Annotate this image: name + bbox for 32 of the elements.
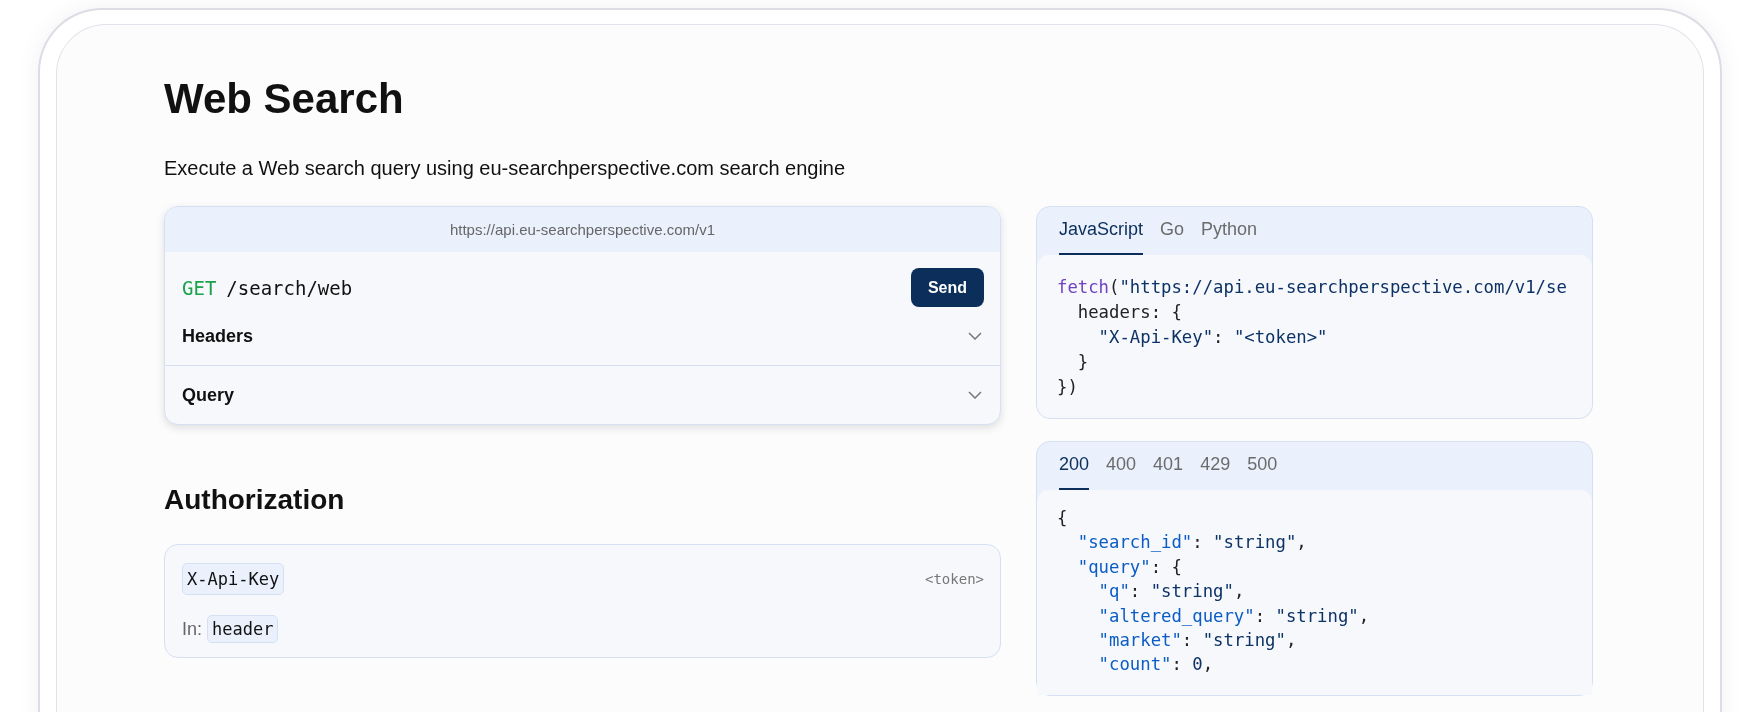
section-toggle[interactable]: Headers: [165, 307, 1000, 365]
tab[interactable]: 401: [1153, 442, 1184, 490]
code-line: {: [1057, 507, 1068, 530]
code-line: "X-Api-Key": "<token>": [1097, 326, 1328, 349]
param-name: X-Api-Key: [182, 563, 285, 595]
code-line: "count": 0,: [1097, 653, 1214, 677]
tab[interactable]: 500: [1247, 442, 1278, 490]
code-line: "query": {: [1076, 555, 1182, 579]
tab[interactable]: 400: [1106, 442, 1137, 490]
send-button[interactable]: Send: [910, 268, 984, 307]
code-line: "altered_query": "string",: [1097, 604, 1370, 628]
code-line: headers: {: [1076, 301, 1182, 324]
code-line: fetch("https://api.eu-searchperspective.com/v1/se: [1057, 276, 1567, 299]
chevron-icon: [968, 332, 982, 340]
section-heading: Authorization: [164, 483, 346, 517]
endpoint: GET /search/web: [182, 276, 353, 299]
param-location: header: [207, 615, 279, 643]
page-description: Execute a Web search query using eu-searchperspective.com search engine: [164, 156, 847, 181]
code-line: "search_id": "string",: [1076, 531, 1307, 555]
code-line: }): [1057, 376, 1078, 399]
code-line: "market": "string",: [1097, 629, 1297, 653]
section-toggle[interactable]: Query: [165, 365, 1000, 424]
code-line: }: [1076, 351, 1089, 374]
chevron-icon: [968, 391, 982, 399]
param-value: <token>: [925, 571, 984, 587]
base-url: https://api.eu-searchperspective.com/v1: [165, 207, 1000, 252]
tab[interactable]: Go: [1160, 207, 1185, 255]
page-title: Web Search: [164, 74, 405, 124]
tab[interactable]: Python: [1201, 207, 1258, 255]
in-label: In:: [182, 618, 202, 640]
tab[interactable]: 429: [1200, 442, 1231, 490]
code-line: "q": "string",: [1097, 580, 1245, 604]
